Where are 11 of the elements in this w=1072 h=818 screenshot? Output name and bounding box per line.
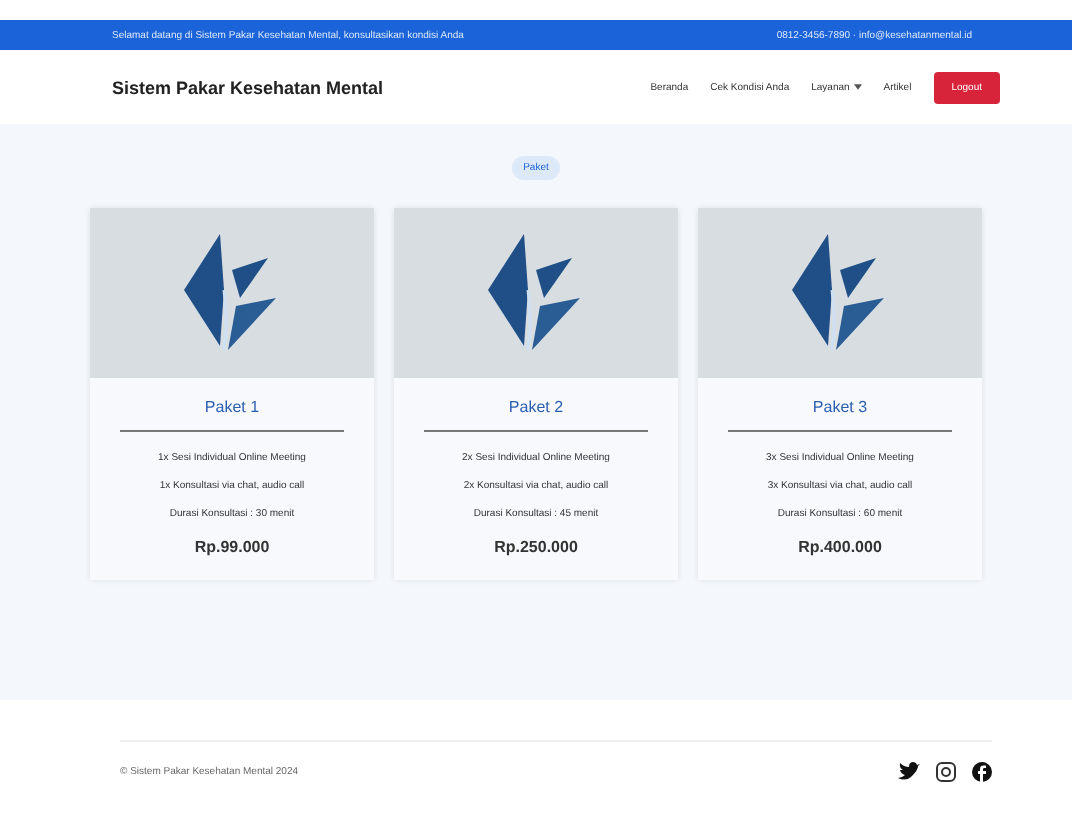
price-text: Rp.250.000 (494, 538, 578, 556)
circle-icon[interactable] (972, 762, 992, 782)
bird-icon[interactable] (898, 762, 920, 782)
package-title: Paket 2 (508, 398, 564, 416)
site-title: Sistem Pakar Kesehatan Mental (112, 77, 384, 97)
caret-icon (853, 84, 862, 90)
camera-icon[interactable] (936, 762, 956, 782)
package-title: Paket 3 (812, 398, 868, 416)
price-text: Rp.99.000 (194, 538, 270, 556)
price-text: Rp.400.000 (798, 538, 882, 556)
package-title: Paket 1 (204, 398, 260, 416)
